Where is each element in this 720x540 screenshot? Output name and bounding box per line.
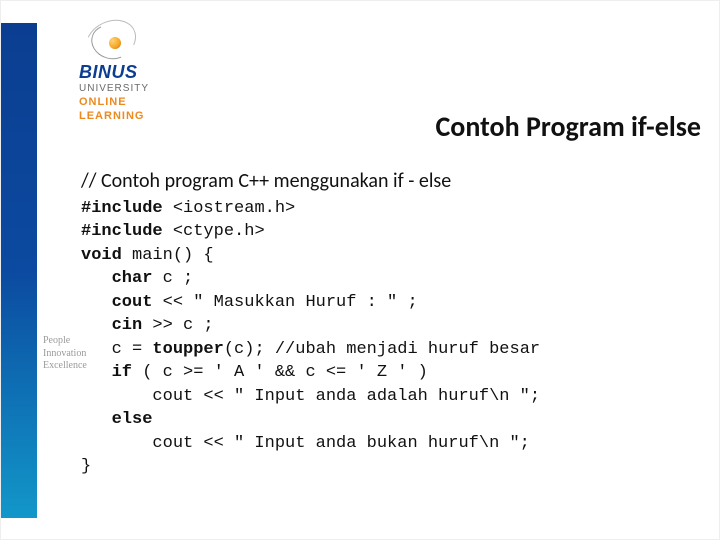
brand-sub: UNIVERSITY <box>79 83 209 94</box>
brand-logo: BINUS UNIVERSITY ONLINE LEARNING <box>79 19 209 122</box>
code-keyword: cout <box>81 293 152 312</box>
logo-mark <box>79 19 139 59</box>
code-keyword: #include <box>81 222 163 241</box>
brand-online1: ONLINE <box>79 96 209 108</box>
slide-title: Contoh Program if-else <box>435 109 701 144</box>
brand-online2: LEARNING <box>79 110 209 122</box>
code-block: #include <iostream.h> #include <ctype.h>… <box>81 197 540 478</box>
code-keyword: #include <box>81 199 163 218</box>
code-text: c = <box>81 340 152 359</box>
code-text: (c); //ubah menjadi huruf besar <box>224 340 540 359</box>
code-text: ( c >= ' A ' && c <= ' Z ' ) <box>132 363 428 382</box>
code-text: <ctype.h> <box>163 222 265 241</box>
code-keyword: void <box>81 246 122 265</box>
code-text: cout << " Input anda adalah huruf\n "; <box>81 387 540 406</box>
code-text: main() { <box>122 246 214 265</box>
code-text: >> c ; <box>142 316 213 335</box>
code-keyword: cin <box>81 316 142 335</box>
code-text: << " Masukkan Huruf : " ; <box>152 293 417 312</box>
code-text: <iostream.h> <box>163 199 296 218</box>
slide-subtitle: // Contoh program C++ menggunakan if - e… <box>81 169 451 193</box>
code-keyword: if <box>81 363 132 382</box>
code-keyword: toupper <box>152 340 223 359</box>
code-text: cout << " Input anda bukan huruf\n "; <box>81 434 530 453</box>
brand-name: BINUS <box>79 63 209 83</box>
code-keyword: char <box>81 269 152 288</box>
gradient-sidebar <box>1 23 37 518</box>
code-keyword: else <box>81 410 152 429</box>
logo-orb-icon <box>109 37 121 49</box>
code-text: } <box>81 457 91 476</box>
code-text: c ; <box>152 269 193 288</box>
